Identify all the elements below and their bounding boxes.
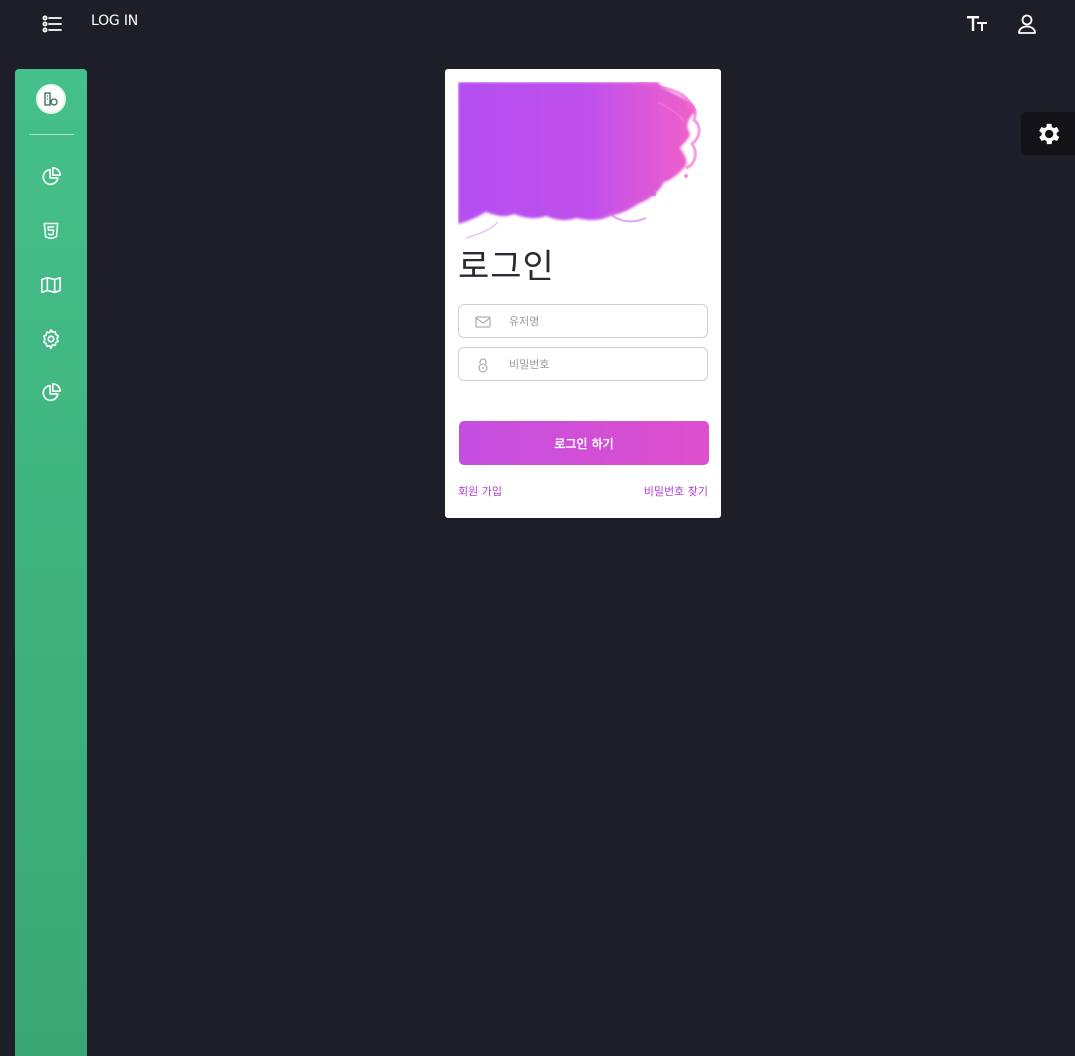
login-title: 로그인 [458, 247, 555, 287]
html5-icon [43, 222, 59, 240]
map-icon [41, 276, 61, 294]
list-icon[interactable] [40, 12, 64, 36]
find-password-link[interactable]: 비밀번호 찾기 [644, 483, 708, 499]
pie-chart-icon [42, 383, 61, 402]
sidebar [15, 69, 87, 1056]
lock-icon [478, 358, 488, 373]
sidebar-item-settings[interactable] [39, 327, 63, 351]
page-title: LOG IN [91, 13, 139, 29]
sidebar-divider [29, 134, 74, 135]
password-input[interactable] [507, 348, 702, 380]
username-input[interactable] [507, 305, 702, 337]
signup-link[interactable]: 회원 가입 [458, 483, 502, 499]
building-logo-icon[interactable] [36, 84, 66, 114]
gear-icon [1039, 123, 1060, 144]
ink-splash-image [458, 82, 708, 242]
username-field[interactable] [458, 304, 708, 338]
sidebar-item-reports[interactable] [39, 381, 63, 405]
user-icon[interactable] [1015, 12, 1039, 36]
sidebar-item-dashboard[interactable] [39, 165, 63, 189]
login-submit-button[interactable]: 로그인 하기 [459, 421, 709, 465]
password-field[interactable] [458, 347, 708, 381]
pie-chart-icon [42, 167, 61, 186]
top-bar: LOG IN [0, 0, 1075, 46]
gear-icon [43, 329, 59, 349]
mail-icon [475, 316, 491, 328]
sidebar-item-map[interactable] [39, 273, 63, 297]
text-size-icon[interactable] [965, 12, 989, 36]
settings-button[interactable] [1021, 112, 1075, 155]
login-card: 로그인 로그인 하기 회원 가입 비밀번호 찾기 [445, 69, 721, 518]
sidebar-item-html[interactable] [39, 219, 63, 243]
